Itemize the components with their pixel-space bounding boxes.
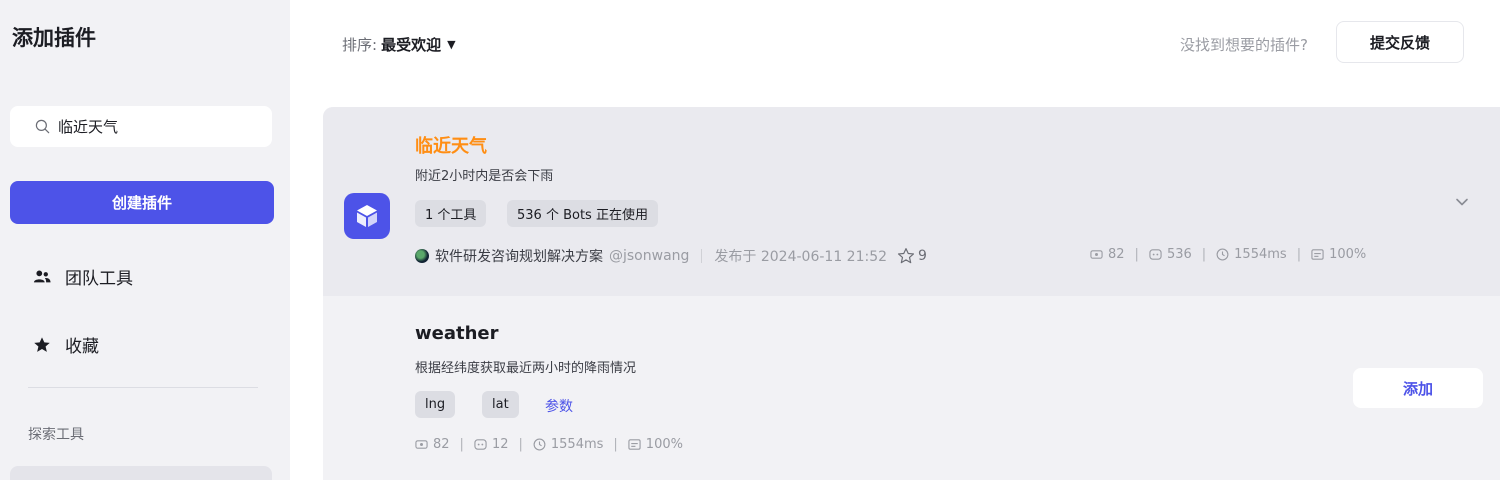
calls-value: 82 bbox=[433, 437, 450, 452]
plugin-picker: 添加插件 创建插件 团队工具 收藏 探索工具 bbox=[0, 0, 1500, 480]
sidebar-item-team-tools[interactable]: 团队工具 bbox=[33, 264, 133, 289]
bots-value: 12 bbox=[491, 437, 509, 452]
calls-icon bbox=[1090, 250, 1103, 259]
calls-value: 82 bbox=[1108, 247, 1125, 262]
sidebar-item-explore[interactable] bbox=[10, 466, 272, 480]
success-rate-icon bbox=[628, 439, 641, 450]
success-stat: 100% bbox=[1311, 247, 1366, 262]
latency-value: 1554ms bbox=[550, 437, 604, 452]
sort-value: 最受欢迎 bbox=[381, 36, 442, 54]
param-tag-lng: lng bbox=[415, 391, 456, 418]
tool-count-tag: 1 个工具 bbox=[415, 200, 487, 227]
sidebar-section-label: 探索工具 bbox=[28, 427, 84, 443]
stat-divider: | bbox=[613, 437, 618, 452]
caret-down-icon: ▼ bbox=[447, 38, 456, 51]
search-icon bbox=[35, 119, 50, 134]
latency-value: 1554ms bbox=[1234, 247, 1287, 262]
param-tag-lat: lat bbox=[482, 391, 519, 418]
success-rate-icon bbox=[1311, 249, 1324, 260]
sidebar: 添加插件 创建插件 团队工具 收藏 探索工具 bbox=[0, 0, 290, 480]
star-count: 9 bbox=[918, 248, 927, 264]
topbar: 排序: 最受欢迎 ▼ 没找到想要的插件? 提交反馈 bbox=[290, 0, 1500, 90]
tool-stats: 82 | 12 | 1554ms | 100% bbox=[415, 437, 683, 452]
star-icon bbox=[34, 336, 50, 352]
plugin-name: 临近天气 bbox=[415, 136, 487, 157]
author-name[interactable]: 软件研发咨询规划解决方案 bbox=[435, 246, 603, 266]
star-outline-icon bbox=[897, 248, 915, 264]
tool-description: 根据经纬度获取最近两小时的降雨情况 bbox=[415, 361, 637, 376]
author-avatar bbox=[415, 249, 429, 263]
sort-dropdown[interactable]: 排序: 最受欢迎 ▼ bbox=[342, 34, 456, 55]
create-plugin-button[interactable]: 创建插件 bbox=[10, 181, 274, 224]
calls-icon bbox=[415, 440, 428, 449]
plugin-card: 临近天气 附近2小时内是否会下雨 1 个工具 536 个 Bots 正在使用 软… bbox=[323, 107, 1500, 480]
search-box[interactable] bbox=[10, 106, 272, 147]
stat-divider: | bbox=[1201, 247, 1207, 262]
sidebar-title: 添加插件 bbox=[12, 26, 96, 50]
sidebar-item-favorites[interactable]: 收藏 bbox=[33, 332, 99, 357]
bots-count-tag: 536 个 Bots 正在使用 bbox=[507, 200, 658, 227]
sidebar-item-label: 收藏 bbox=[65, 337, 99, 357]
clock-icon bbox=[533, 438, 546, 451]
latency-stat: 1554ms bbox=[533, 437, 604, 452]
add-tool-button[interactable]: 添加 bbox=[1353, 368, 1483, 408]
submit-feedback-button[interactable]: 提交反馈 bbox=[1336, 21, 1464, 63]
search-input[interactable] bbox=[58, 117, 258, 136]
feedback-hint: 没找到想要的插件? bbox=[1180, 36, 1308, 54]
success-value: 100% bbox=[645, 437, 683, 452]
team-icon bbox=[33, 270, 51, 282]
params-link[interactable]: 参数 bbox=[545, 396, 573, 416]
success-stat: 100% bbox=[628, 437, 683, 452]
cube-icon bbox=[344, 193, 390, 239]
latency-stat: 1554ms bbox=[1216, 247, 1287, 262]
calls-stat: 82 bbox=[415, 437, 450, 452]
author-handle: @jsonwang bbox=[609, 248, 690, 264]
sort-label: 排序: bbox=[342, 36, 378, 54]
sidebar-item-label: 团队工具 bbox=[65, 269, 133, 289]
chevron-down-icon[interactable] bbox=[1453, 193, 1471, 211]
clock-icon bbox=[1216, 248, 1229, 261]
bots-stat: 12 bbox=[474, 437, 509, 452]
tool-name: weather bbox=[415, 323, 499, 344]
plugin-description: 附近2小时内是否会下雨 bbox=[415, 169, 554, 184]
bot-icon bbox=[474, 439, 487, 450]
stat-divider: | bbox=[459, 437, 464, 452]
sidebar-divider bbox=[28, 387, 258, 388]
bot-icon bbox=[1149, 249, 1162, 260]
stat-divider: | bbox=[1134, 247, 1139, 262]
plugin-stats: 82 | 536 | 1554ms | 100% bbox=[1090, 247, 1366, 262]
plugin-header[interactable]: 临近天气 附近2小时内是否会下雨 1 个工具 536 个 Bots 正在使用 软… bbox=[323, 107, 1500, 296]
publish-date: 发布于 2024-06-11 21:52 bbox=[714, 249, 888, 265]
stat-divider: | bbox=[1296, 247, 1302, 262]
calls-stat: 82 bbox=[1090, 247, 1125, 262]
bots-value: 536 bbox=[1166, 247, 1192, 262]
stat-divider: | bbox=[518, 437, 523, 452]
meta-divider bbox=[701, 249, 703, 263]
favorite-toggle[interactable]: 9 bbox=[897, 247, 927, 265]
success-value: 100% bbox=[1329, 247, 1367, 262]
plugin-meta: 软件研发咨询规划解决方案 @jsonwang 发布于 2024-06-11 21… bbox=[415, 246, 927, 266]
bots-stat: 536 bbox=[1149, 247, 1192, 262]
